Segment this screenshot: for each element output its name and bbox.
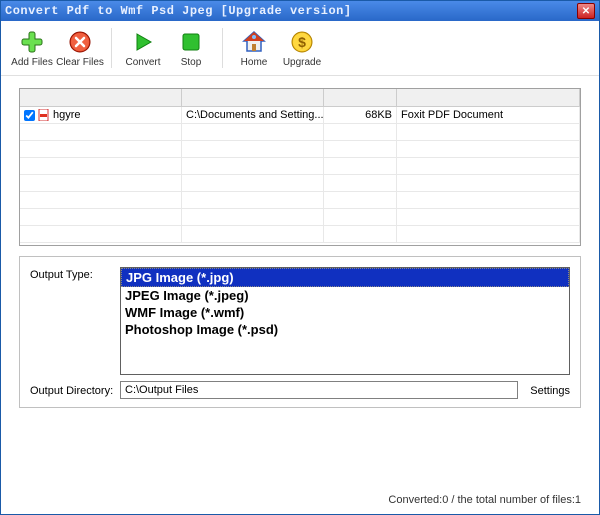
toolbar-separator xyxy=(222,28,223,68)
home-label: Home xyxy=(241,57,268,68)
upgrade-label: Upgrade xyxy=(283,57,321,68)
upgrade-icon: $ xyxy=(289,29,315,55)
row-type: Foxit PDF Document xyxy=(401,109,503,121)
stop-button[interactable]: Stop xyxy=(168,23,214,73)
table-row xyxy=(20,209,580,226)
content-area: hgyre C:\Documents and Setting... 68KB F… xyxy=(1,76,599,492)
col-type[interactable] xyxy=(397,89,580,107)
close-icon: ✕ xyxy=(582,6,590,17)
row-name: hgyre xyxy=(53,109,81,121)
table-row xyxy=(20,124,580,141)
output-type-option[interactable]: JPG Image (*.jpg) xyxy=(121,268,569,287)
toolbar: Add Files Clear Files Convert Stop xyxy=(1,21,599,76)
stop-label: Stop xyxy=(181,57,202,68)
home-button[interactable]: Home xyxy=(231,23,277,73)
window-title: Convert Pdf to Wmf Psd Jpeg [Upgrade ver… xyxy=(5,4,577,18)
table-row xyxy=(20,175,580,192)
convert-button[interactable]: Convert xyxy=(120,23,166,73)
svg-text:$: $ xyxy=(298,34,306,50)
output-type-option[interactable]: Photoshop Image (*.psd) xyxy=(121,321,569,338)
app-window: Convert Pdf to Wmf Psd Jpeg [Upgrade ver… xyxy=(0,0,600,515)
convert-label: Convert xyxy=(125,57,160,68)
home-icon xyxy=(241,29,267,55)
pdf-icon xyxy=(38,109,50,121)
col-path[interactable] xyxy=(182,89,324,107)
toolbar-separator xyxy=(111,28,112,68)
output-dir-label: Output Directory: xyxy=(30,383,114,397)
col-name[interactable] xyxy=(20,89,182,107)
settings-button[interactable]: Settings xyxy=(530,383,570,397)
status-text: Converted:0 / the total number of files:… xyxy=(388,494,581,506)
add-files-button[interactable]: Add Files xyxy=(9,23,55,73)
clear-files-label: Clear Files xyxy=(56,57,104,68)
grid-header xyxy=(20,89,580,107)
title-bar: Convert Pdf to Wmf Psd Jpeg [Upgrade ver… xyxy=(1,1,599,21)
table-row xyxy=(20,192,580,209)
output-panel: Output Type: JPG Image (*.jpg) JPEG Imag… xyxy=(19,256,581,408)
stop-icon xyxy=(178,29,204,55)
output-type-list[interactable]: JPG Image (*.jpg) JPEG Image (*.jpeg) WM… xyxy=(120,267,570,375)
row-checkbox[interactable] xyxy=(24,110,35,121)
add-files-label: Add Files xyxy=(11,57,53,68)
play-icon xyxy=(130,29,156,55)
output-type-label: Output Type: xyxy=(30,267,114,281)
plus-icon xyxy=(19,29,45,55)
delete-icon xyxy=(67,29,93,55)
output-type-option[interactable]: JPEG Image (*.jpeg) xyxy=(121,287,569,304)
file-list-grid[interactable]: hgyre C:\Documents and Setting... 68KB F… xyxy=(19,88,581,246)
upgrade-button[interactable]: $ Upgrade xyxy=(279,23,325,73)
status-bar: Converted:0 / the total number of files:… xyxy=(1,492,599,514)
output-dir-input[interactable] xyxy=(120,381,518,399)
clear-files-button[interactable]: Clear Files xyxy=(57,23,103,73)
output-type-option[interactable]: WMF Image (*.wmf) xyxy=(121,304,569,321)
col-size[interactable] xyxy=(324,89,397,107)
table-row[interactable]: hgyre C:\Documents and Setting... 68KB F… xyxy=(20,107,580,124)
close-button[interactable]: ✕ xyxy=(577,3,595,19)
row-path: C:\Documents and Setting... xyxy=(186,109,324,121)
table-row xyxy=(20,226,580,243)
row-size: 68KB xyxy=(365,109,392,121)
table-row xyxy=(20,141,580,158)
table-row xyxy=(20,158,580,175)
